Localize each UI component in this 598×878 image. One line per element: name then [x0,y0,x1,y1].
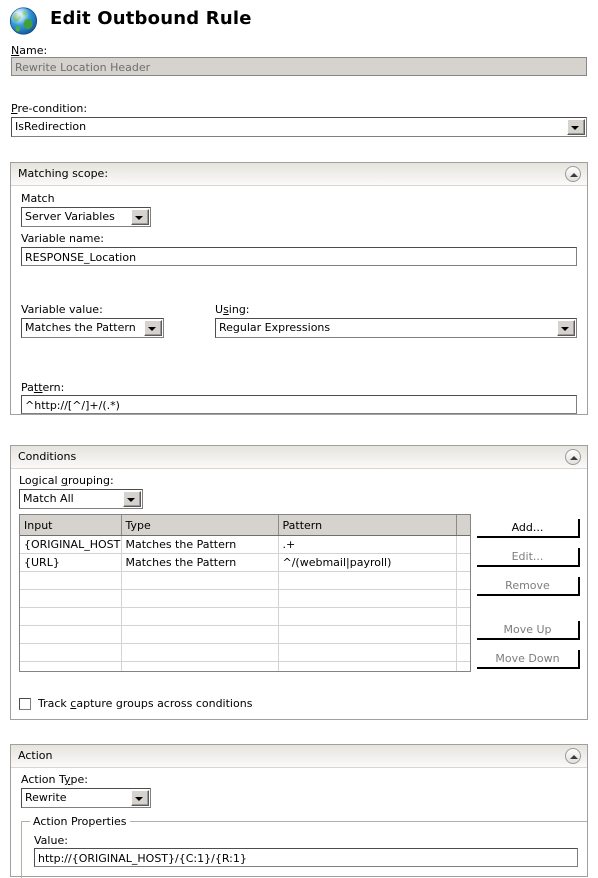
variable-value-combo[interactable]: Matches the Pattern [21,318,164,338]
name-label: Name: [11,44,47,57]
action-properties-title: Action Properties [30,815,130,828]
precondition-combo[interactable]: IsRedirection [11,117,587,137]
cell-extra [456,553,470,572]
table-row[interactable]: {URL} Matches the Pattern ^/(webmail|pay… [20,553,470,572]
matching-scope-title: Matching scope: [18,167,109,180]
column-header-extra[interactable] [456,515,470,536]
logical-grouping-label-accel: g [61,474,69,487]
matching-scope-header: Matching scope: [11,163,587,186]
matching-scope-section: Matching scope: Match Server Variables V… [10,162,588,415]
move-down-button[interactable]: Move Down [477,650,580,669]
action-properties-group: Action Properties Value: http://{ORIGINA… [21,815,587,878]
using-label: Using: [215,303,250,316]
logical-grouping-label: Logical grouping: [19,474,114,487]
cell-type: Matches the Pattern [121,535,279,554]
action-type-combo[interactable]: Rewrite [21,788,151,808]
track-capture-groups-checkbox[interactable] [19,697,31,710]
table-header-row: Input Type Pattern [20,515,470,536]
cell-input: {ORIGINAL_HOST} [20,535,122,554]
precondition-label-rest: re-condition: [17,102,88,115]
action-title: Action [18,749,53,762]
track-capture-groups-accel: c [70,697,77,710]
chevron-down-icon[interactable] [567,119,585,135]
globe-icon [9,7,38,35]
name-label-rest: ame: [19,44,48,57]
track-capture-groups-label: Track capture groups across conditions [38,697,253,710]
add-button[interactable]: Add... [477,519,580,538]
logical-grouping-combo-value: Match All [23,492,74,505]
track-capture-groups-row[interactable]: Track capture groups across conditions [19,697,252,710]
action-type-label: Action Type: [21,773,88,786]
logical-grouping-combo[interactable]: Match All [19,489,143,509]
table-row[interactable]: {ORIGINAL_HOST} Matches the Pattern .+ [20,535,470,554]
conditions-table-body: {ORIGINAL_HOST} Matches the Pattern .+ {… [20,535,470,671]
variable-value-combo-value: Matches the Pattern [25,321,136,334]
chevron-down-icon[interactable] [557,320,575,336]
conditions-section: Conditions Logical grouping: Match All I… [10,445,588,720]
edit-button[interactable]: Edit... [477,548,580,567]
precondition-combo-value: IsRedirection [15,120,87,133]
cell-input: {URL} [20,553,122,572]
column-header-pattern[interactable]: Pattern [278,515,457,536]
action-header: Action [11,745,587,768]
name-label-accel: N [11,44,20,57]
table-row-empty[interactable] [20,571,470,590]
name-input[interactable]: Rewrite Location Header [11,57,587,76]
chevron-up-icon[interactable] [565,748,581,764]
precondition-label: Pre-condition: [11,102,87,115]
cell-pattern: ^/(webmail|payroll) [278,553,457,572]
move-up-button[interactable]: Move Up [477,621,580,640]
variable-name-input[interactable]: RESPONSE_Location [21,247,577,266]
match-combo-value: Server Variables [25,210,115,223]
conditions-title: Conditions [18,450,77,463]
cell-pattern: .+ [278,535,457,554]
conditions-header: Conditions [11,446,587,469]
page-header: Edit Outbound Rule [6,2,592,40]
chevron-down-icon[interactable] [144,320,162,336]
pattern-label: Pattern: [21,381,65,394]
value-input[interactable]: http://{ORIGINAL_HOST}/{C:1}/{R:1} [34,848,578,867]
table-row-empty[interactable] [20,643,470,662]
match-combo[interactable]: Server Variables [21,207,151,227]
using-combo[interactable]: Regular Expressions [215,318,577,338]
chevron-down-icon[interactable] [123,491,141,507]
conditions-table[interactable]: Input Type Pattern {ORIGINAL_HOST} Match… [19,514,471,672]
value-label: Value: [34,834,68,847]
table-row-empty[interactable] [20,589,470,608]
pattern-label-accel: tt [33,381,43,394]
pattern-input[interactable]: ^http://[^/]+/(.*) [21,395,577,414]
table-row-empty[interactable] [20,661,470,671]
chevron-up-icon[interactable] [565,166,581,182]
table-row-empty[interactable] [20,625,470,644]
using-label-accel: s [223,303,229,316]
cell-extra [456,535,470,554]
match-label: Match [21,192,55,205]
chevron-down-icon[interactable] [131,790,149,806]
chevron-up-icon[interactable] [565,449,581,465]
action-section: Action Action Type: Rewrite Action Prope… [10,744,588,878]
page-title: Edit Outbound Rule [50,8,252,29]
column-header-type[interactable]: Type [121,515,279,536]
variable-name-label: Variable name: [21,232,104,245]
chevron-down-icon[interactable] [131,209,149,225]
variable-value-label: Variable value: [21,303,103,316]
remove-button[interactable]: Remove [477,577,580,596]
using-combo-value: Regular Expressions [219,321,331,334]
table-row-empty[interactable] [20,607,470,626]
column-header-input[interactable]: Input [20,515,122,536]
action-type-combo-value: Rewrite [25,791,67,804]
cell-type: Matches the Pattern [121,553,279,572]
action-type-label-accel: y [63,773,71,786]
